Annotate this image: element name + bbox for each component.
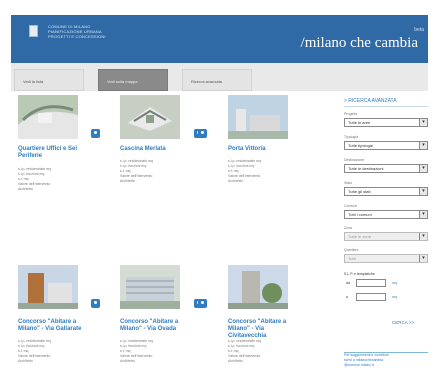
org-name: COMUNE DI MILANO PIANIFICAZIONE URBANA P…	[48, 24, 106, 39]
chevron-down-icon[interactable]: ▾	[419, 165, 427, 172]
tab-label: Ricerca avanzata	[191, 79, 222, 84]
city-logo[interactable]	[29, 25, 38, 37]
range-to-label: a	[346, 295, 348, 299]
project-title[interactable]: Quartiere Uffici e Sei Periferie	[18, 146, 92, 160]
tab-advanced-search[interactable]: Ricerca avanzata	[182, 69, 252, 91]
beta-badge: beta	[414, 27, 424, 33]
destination-select[interactable]: Tutte le destinazioni ▾	[344, 164, 428, 173]
chevron-down-icon[interactable]: ▾	[419, 119, 427, 126]
chevron-down-icon[interactable]: ▾	[419, 233, 427, 240]
project-details: s.l.p. residenziale mq s.l.p. funzioni m…	[18, 167, 51, 192]
project-details: s.l.p. residenziale mq s.l.p. funzioni m…	[120, 339, 153, 364]
project-title[interactable]: Cascina Merlata	[120, 146, 194, 153]
tab-list[interactable]: Vedi la lista	[14, 69, 84, 91]
range-title: S.L.P. e tempistiche	[344, 272, 375, 276]
zone-select[interactable]: Tutte le zone ▾	[344, 232, 428, 241]
range-unit: mq	[392, 281, 397, 285]
project-details: s.l.p. residenziale mq s.l.p. funzioni m…	[120, 159, 153, 184]
detail-line: Architetto	[18, 187, 33, 191]
range-unit: mq	[392, 295, 397, 299]
filter-label: Tipologia	[344, 135, 359, 139]
chevron-down-icon[interactable]: ▾	[419, 211, 427, 218]
municipality-select[interactable]: Tutti i comuni ▾	[344, 210, 428, 219]
org-line: PROGETTI E CONCESSIONI	[48, 34, 106, 39]
project-image[interactable]	[120, 265, 180, 309]
project-image[interactable]	[18, 95, 78, 139]
tab-label: Vedi la lista	[23, 79, 44, 84]
map-pin-icon[interactable]	[198, 129, 207, 138]
select-value: Tutte le zone	[348, 234, 371, 239]
detail-line: Architetto	[120, 359, 135, 363]
project-title[interactable]: Concorso "Abitare a Milano" - Via Gallar…	[18, 319, 92, 333]
select-value: Tutti	[348, 256, 356, 261]
project-details: s.l.p. residenziale mq s.l.p. funzioni m…	[228, 339, 261, 364]
filter-label: Destinazione	[344, 158, 365, 162]
site-header: COMUNE DI MILANO PIANIFICAZIONE URBANA P…	[11, 15, 428, 63]
project-details: s.l.p. residenziale mq s.l.p. funzioni m…	[228, 159, 261, 184]
range-from-label: da	[346, 281, 350, 285]
detail-line: Architetto	[228, 179, 243, 183]
project-image[interactable]	[120, 95, 180, 139]
select-value: Tutti i comuni	[348, 212, 372, 217]
range-to-input[interactable]	[356, 293, 386, 301]
promo-box: Per suggerimenti e contributi scrivi a m…	[344, 352, 428, 388]
project-details: s.l.p. residenziale mq s.l.p. funzioni m…	[18, 339, 51, 364]
search-title: > RICERCA AVANZATA	[344, 98, 397, 104]
filter-label: Quartiere	[344, 248, 359, 252]
select-value: Tutte tipologie	[348, 143, 373, 148]
type-select[interactable]: Tutte tipologie ▾	[344, 141, 428, 150]
filter-label: Stato	[344, 181, 353, 185]
divider	[344, 106, 428, 107]
range-from-input[interactable]	[356, 279, 386, 287]
chevron-down-icon[interactable]: ▾	[419, 188, 427, 195]
detail-line: Architetto	[120, 179, 135, 183]
project-title[interactable]: Concorso "Abitare a Milano" - Via Civita…	[228, 319, 302, 340]
project-image[interactable]	[228, 265, 288, 309]
map-pin-icon[interactable]	[91, 299, 100, 308]
search-button[interactable]: CERCA >>	[392, 320, 414, 325]
tab-label: Vedi sulla mappa	[107, 79, 138, 84]
detail-line: Architetto	[228, 359, 243, 363]
select-value: Tutte gli stati	[348, 189, 371, 194]
map-pin-icon[interactable]	[91, 129, 100, 138]
project-select[interactable]: Tutte le aree ▾	[344, 118, 428, 127]
project-image[interactable]	[18, 265, 78, 309]
site-tagline[interactable]: /milano che cambia	[301, 35, 418, 52]
detail-line: Architetto	[18, 359, 33, 363]
project-image[interactable]	[228, 95, 288, 139]
neighbourhood-select[interactable]: Tutti ▾	[344, 254, 428, 263]
chevron-down-icon[interactable]: ▾	[419, 255, 427, 262]
status-select[interactable]: Tutte gli stati ▾	[344, 187, 428, 196]
chevron-down-icon[interactable]: ▾	[419, 142, 427, 149]
filter-label: Zona	[344, 226, 352, 230]
promo-line[interactable]: @comune.milano.it	[344, 363, 428, 368]
project-title[interactable]: Porta Vittoria	[228, 146, 302, 153]
filter-label: Progetto	[344, 112, 358, 116]
view-tabs: Vedi la lista Vedi sulla mappa Ricerca a…	[11, 63, 428, 91]
project-title[interactable]: Concorso "Abitare a Milano" - Via Ovada	[120, 319, 194, 333]
select-value: Tutte le destinazioni	[348, 166, 384, 171]
map-pin-icon[interactable]	[198, 299, 207, 308]
tab-map[interactable]: Vedi sulla mappa	[98, 69, 168, 91]
filter-label: Comune	[344, 204, 358, 208]
select-value: Tutte le aree	[348, 120, 371, 125]
